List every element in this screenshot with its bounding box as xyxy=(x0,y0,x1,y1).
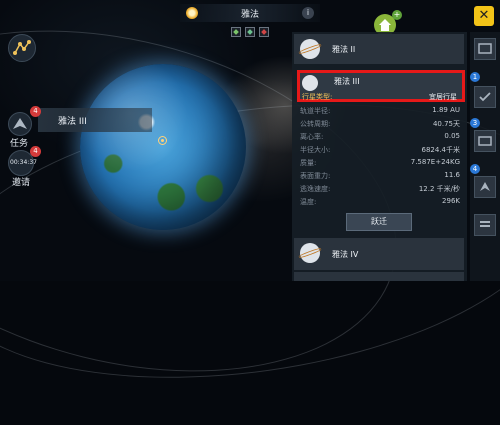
close-button[interactable]: ✕ xyxy=(474,6,494,26)
ship-icon xyxy=(13,118,27,129)
stat-value: 0.05 xyxy=(444,132,460,140)
planet-tag[interactable]: 雅法 III xyxy=(38,108,152,132)
mission-button[interactable] xyxy=(8,112,32,136)
sidebar-button-tasks[interactable] xyxy=(474,86,496,108)
right-sidebar xyxy=(470,32,500,281)
selected-planet-name: 雅法 III xyxy=(334,77,360,86)
sidebar-button-mail[interactable] xyxy=(474,130,496,152)
menu-icon xyxy=(480,221,490,227)
stat-key: 逃逸速度: xyxy=(300,185,331,193)
stat-row: 离心率: 0.05 xyxy=(298,132,462,144)
galaxy-map-button[interactable] xyxy=(8,34,36,62)
stat-row: 公转周期: 40.75天 xyxy=(298,119,462,131)
stat-key: 轨道半径: xyxy=(300,107,331,115)
resource-icon xyxy=(245,27,255,37)
mission-badge: 4 xyxy=(30,106,41,117)
star-icon xyxy=(186,7,198,19)
planet-center-marker xyxy=(158,136,167,145)
sidebar-button-more[interactable] xyxy=(474,214,496,236)
sidebar-button-fleet[interactable] xyxy=(474,176,496,198)
sidebar-badge: 3 xyxy=(470,118,480,128)
stat-value: 40.75天 xyxy=(432,120,460,128)
stat-row: 半径大小: 6824.4千米 xyxy=(298,145,462,157)
invite-badge: 4 xyxy=(30,146,41,157)
stat-value: 6824.4千米 xyxy=(421,146,461,154)
planet-view[interactable] xyxy=(80,64,246,230)
checklist-icon xyxy=(479,92,491,102)
stat-row: 表面重力: 11.6 xyxy=(298,171,462,183)
stat-value: 7.587E+24KG xyxy=(410,158,460,166)
stat-value: 12.2 千米/秒 xyxy=(418,185,460,193)
planet-icon xyxy=(300,39,320,59)
system-title-bar: 雅法 i xyxy=(180,4,320,22)
add-icon: + xyxy=(392,10,402,20)
stat-key: 温度: xyxy=(300,198,317,206)
planet-icon xyxy=(300,243,320,263)
stat-key: 公转周期: xyxy=(300,120,331,128)
mail-icon xyxy=(478,136,492,146)
planet-card-name: 雅法 II xyxy=(332,45,356,54)
sidebar-button-chat[interactable] xyxy=(474,38,496,60)
invite-timer: 00:34:37 xyxy=(10,159,37,166)
resource-icon xyxy=(231,27,241,37)
resource-icon xyxy=(259,27,269,37)
stat-value: 296K xyxy=(442,197,460,205)
info-button[interactable]: i xyxy=(302,7,314,19)
jump-button[interactable]: 跃迁 xyxy=(346,213,412,231)
stat-key: 离心率: xyxy=(300,133,324,141)
invite-label: 邀请 xyxy=(12,178,31,188)
stat-row: 轨道半径: 1.89 AU xyxy=(298,106,462,118)
planet-card[interactable]: 雅法 II xyxy=(294,34,464,64)
planet-icon xyxy=(302,75,318,91)
stat-key: 质量: xyxy=(300,159,317,167)
sidebar-badge: 1 xyxy=(470,72,480,82)
planet-tag-label: 雅法 III xyxy=(58,117,87,127)
planet-card-partial[interactable] xyxy=(294,272,464,281)
stat-row: 温度: 296K xyxy=(298,197,462,209)
system-title: 雅法 xyxy=(240,9,259,20)
chat-icon xyxy=(478,43,492,54)
sidebar-badge: 4 xyxy=(470,164,480,174)
stat-value: 1.89 AU xyxy=(432,106,460,114)
selected-planet-card[interactable]: 雅法 III 行星类型: 宜居行星 xyxy=(297,70,465,102)
planet-card-name: 雅法 IV xyxy=(332,250,359,259)
stat-row: 逃逸速度: 12.2 千米/秒 xyxy=(298,184,462,196)
mission-label: 任务 xyxy=(10,139,29,149)
stat-key: 半径大小: xyxy=(300,146,331,154)
ship-icon xyxy=(480,182,490,191)
stat-key: 表面重力: xyxy=(300,172,331,180)
stat-row: 质量: 7.587E+24KG xyxy=(298,158,462,170)
stat-value: 11.6 xyxy=(444,171,460,179)
planet-card[interactable]: 雅法 IV xyxy=(294,238,464,270)
planet-type-value: 宜居行星 xyxy=(429,93,457,101)
planet-type-key: 行星类型: xyxy=(302,93,333,101)
constellation-icon xyxy=(13,40,31,55)
